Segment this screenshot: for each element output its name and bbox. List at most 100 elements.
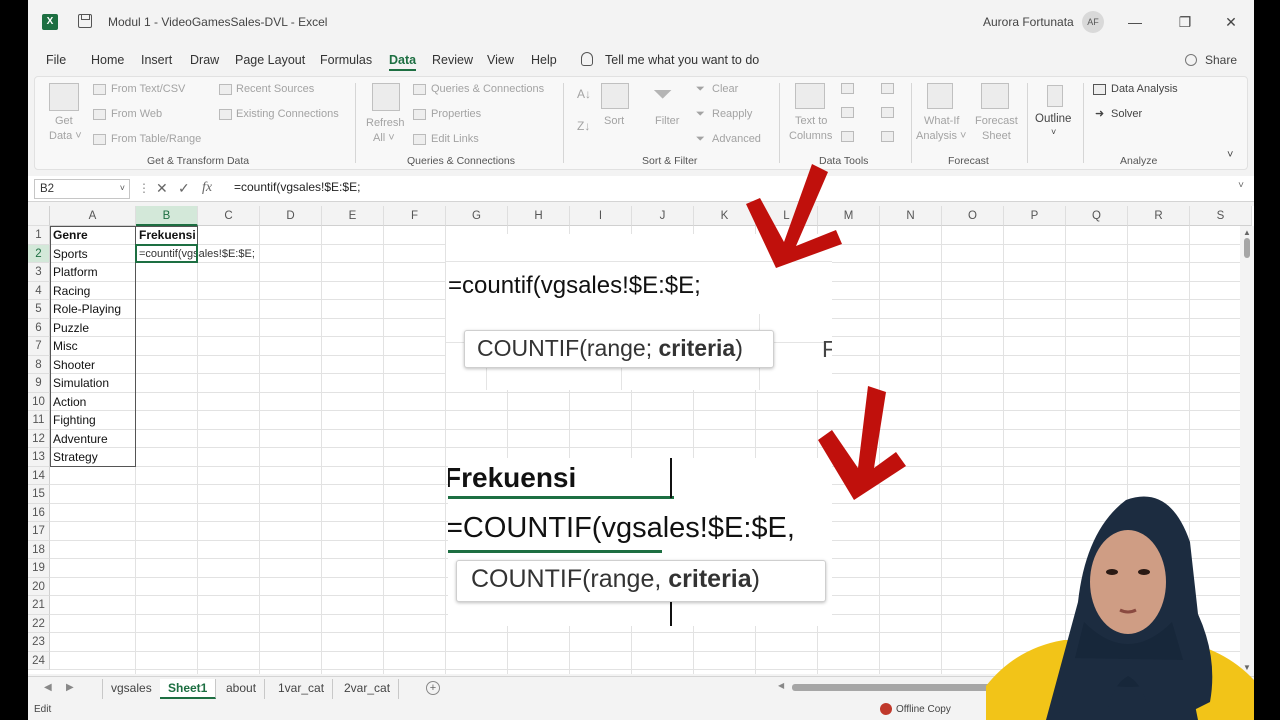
row-header-8[interactable]: 8 [28, 355, 50, 374]
sort-button[interactable]: Sort [604, 115, 624, 127]
properties-button[interactable]: Properties [431, 108, 481, 120]
row-header-1[interactable]: 1 [28, 226, 50, 245]
from-table-button[interactable]: From Table/Range [111, 133, 201, 145]
column-header-n[interactable]: N [880, 206, 942, 226]
outline-button[interactable]: Outline [1035, 113, 1071, 125]
column-header-s[interactable]: S [1190, 206, 1252, 226]
formula-input[interactable]: =countif(vgsales!$E:$E; [234, 180, 360, 194]
column-header-h[interactable]: H [508, 206, 570, 226]
tab-draw[interactable]: Draw [190, 53, 219, 67]
refresh-all-button[interactable]: Refresh [366, 117, 405, 129]
enter-icon[interactable]: ✓ [178, 180, 190, 197]
column-header-i[interactable]: I [570, 206, 632, 226]
from-text-csv-button[interactable]: From Text/CSV [111, 83, 185, 95]
existing-connections-button[interactable]: Existing Connections [236, 108, 339, 120]
text-to-columns-button[interactable]: Text to [795, 115, 827, 127]
select-all-corner[interactable] [28, 206, 50, 226]
what-if-button-label[interactable]: Analysis ˅ [916, 130, 966, 142]
tab-review[interactable]: Review [432, 53, 473, 67]
row-header-6[interactable]: 6 [28, 318, 50, 337]
sheet-tab-vgsales[interactable]: vgsales [102, 679, 161, 699]
share-button[interactable]: Share [1205, 53, 1237, 67]
scroll-up-icon[interactable]: ▲ [1243, 228, 1251, 237]
add-sheet-icon[interactable]: + [426, 681, 440, 695]
clear-button[interactable]: Clear [712, 83, 738, 95]
data-validation-icon[interactable] [841, 131, 854, 142]
tab-view[interactable]: View [487, 53, 514, 67]
row-header-3[interactable]: 3 [28, 263, 50, 282]
row-header-7[interactable]: 7 [28, 337, 50, 356]
row-header-13[interactable]: 13 [28, 448, 50, 467]
column-header-b[interactable]: B [136, 206, 198, 226]
sheet-tab-2var-cat[interactable]: 2var_cat [336, 679, 400, 699]
consolidate-icon[interactable] [881, 83, 894, 94]
insert-function-icon[interactable]: fx [202, 180, 212, 196]
row-header-12[interactable]: 12 [28, 429, 50, 448]
row-header-11[interactable]: 11 [28, 411, 50, 430]
horizontal-scrollbar[interactable]: ◀ [778, 681, 1022, 693]
sheet-tab-1var-cat[interactable]: 1var_cat [270, 679, 334, 699]
sheet-prev-icon[interactable]: ◀ [44, 682, 52, 693]
row-header-2[interactable]: 2 [28, 244, 50, 263]
row-header-18[interactable]: 18 [28, 540, 50, 559]
column-header-q[interactable]: Q [1066, 206, 1128, 226]
row-header-10[interactable]: 10 [28, 392, 50, 411]
tell-me-search[interactable]: Tell me what you want to do [605, 53, 759, 67]
solver-button[interactable]: Solver [1111, 108, 1142, 120]
reapply-button[interactable]: Reapply [712, 108, 752, 120]
get-data-button[interactable]: Get [55, 115, 73, 127]
column-header-o[interactable]: O [942, 206, 1004, 226]
row-header-5[interactable]: 5 [28, 300, 50, 319]
row-header-4[interactable]: 4 [28, 281, 50, 300]
text-to-columns-button-label[interactable]: Columns [789, 130, 832, 142]
what-if-button[interactable]: What-If [924, 115, 959, 127]
tab-insert[interactable]: Insert [141, 53, 172, 67]
advanced-button[interactable]: Advanced [712, 133, 761, 145]
row-header-16[interactable]: 16 [28, 503, 50, 522]
row-header-20[interactable]: 20 [28, 577, 50, 596]
column-header-a[interactable]: A [50, 206, 136, 226]
forecast-sheet-button[interactable]: Forecast [975, 115, 1018, 127]
sheet-next-icon[interactable]: ▶ [66, 682, 74, 693]
remove-duplicates-icon[interactable] [841, 107, 854, 118]
avatar[interactable]: AF [1082, 11, 1104, 33]
cancel-icon[interactable]: ✕ [156, 180, 168, 197]
minimize-icon[interactable]: — [1125, 12, 1145, 32]
row-header-23[interactable]: 23 [28, 633, 50, 652]
user-name[interactable]: Aurora Fortunata [983, 15, 1074, 29]
data-analysis-button[interactable]: Data Analysis [1111, 83, 1178, 95]
tab-home[interactable]: Home [91, 53, 124, 67]
sort-za-icon[interactable]: Z↓ [577, 119, 590, 133]
tab-page-layout[interactable]: Page Layout [235, 53, 305, 67]
forecast-sheet-button-label[interactable]: Sheet [982, 130, 1011, 142]
flash-fill-icon[interactable] [841, 83, 854, 94]
row-header-22[interactable]: 22 [28, 614, 50, 633]
recent-sources-button[interactable]: Recent Sources [236, 83, 314, 95]
scroll-left-icon[interactable]: ◀ [778, 681, 784, 690]
tab-data[interactable]: Data [389, 53, 417, 71]
scroll-thumb[interactable] [1244, 238, 1250, 258]
tab-formulas[interactable]: Formulas [320, 53, 372, 67]
name-box[interactable]: B2 ˅ [34, 179, 130, 199]
row-header-24[interactable]: 24 [28, 651, 50, 670]
sheet-tab-about[interactable]: about [218, 679, 266, 699]
row-header-15[interactable]: 15 [28, 485, 50, 504]
expand-formula-icon[interactable]: ˅ [1238, 180, 1244, 191]
from-web-button[interactable]: From Web [111, 108, 162, 120]
filter-button[interactable]: Filter [655, 115, 679, 127]
restore-icon[interactable]: ❐ [1175, 12, 1195, 32]
column-header-j[interactable]: J [632, 206, 694, 226]
tab-help[interactable]: Help [531, 53, 557, 67]
row-header-21[interactable]: 21 [28, 596, 50, 615]
sort-az-icon[interactable]: A↓ [577, 87, 591, 101]
chevron-down-icon[interactable]: ˅ [120, 183, 125, 193]
column-header-e[interactable]: E [322, 206, 384, 226]
row-header-9[interactable]: 9 [28, 374, 50, 393]
tab-file[interactable]: File [46, 53, 66, 67]
column-header-d[interactable]: D [260, 206, 322, 226]
column-header-g[interactable]: G [446, 206, 508, 226]
relationships-icon[interactable] [881, 107, 894, 118]
share-icon[interactable] [1185, 54, 1197, 66]
close-icon[interactable]: ✕ [1221, 12, 1241, 32]
manage-data-model-icon[interactable] [881, 131, 894, 142]
